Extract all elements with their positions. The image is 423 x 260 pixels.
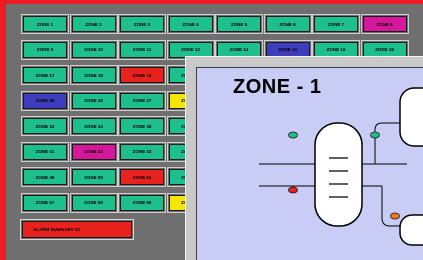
zone-button[interactable]: ZONE 2 — [69, 14, 118, 34]
zone-button[interactable]: ZONE 1 — [21, 14, 69, 34]
pipe-segment — [374, 122, 402, 164]
secondary-tank[interactable] — [399, 214, 423, 246]
zone-button[interactable]: ZONE 8 — [360, 14, 409, 34]
zone-button[interactable]: ZONE 27 — [118, 90, 166, 111]
zone-button[interactable]: ZONE 51 — [118, 167, 166, 187]
zone-button[interactable]: ZONE 57 — [21, 192, 69, 213]
zone-button[interactable]: ZONE 9 — [21, 39, 69, 60]
zone-button[interactable]: ZONE 43 — [118, 141, 166, 162]
storage-tank[interactable] — [314, 122, 363, 227]
secondary-tank[interactable] — [399, 87, 423, 147]
zone-button[interactable]: ZONE 5 — [215, 14, 263, 34]
zone-button[interactable]: ZONE 42 — [69, 141, 118, 162]
zone-button[interactable]: ZONE 50 — [69, 167, 118, 187]
zone-button[interactable]: ZONE 6 — [263, 14, 312, 34]
alarm-summary-label: ALARM SUMMARY 12 — [33, 227, 80, 232]
status-indicator-red[interactable] — [288, 186, 298, 194]
status-indicator-green[interactable] — [370, 131, 380, 139]
zone-button[interactable]: ZONE 25 — [21, 90, 69, 111]
zone-process-diagram — [259, 87, 423, 246]
zone-button[interactable]: ZONE 59 — [118, 192, 166, 213]
zone-button[interactable]: ZONE 41 — [21, 141, 69, 162]
zone-button[interactable]: ZONE 34 — [69, 116, 118, 136]
status-indicator-green[interactable] — [288, 131, 298, 139]
zone-button[interactable]: ZONE 18 — [69, 65, 118, 85]
status-indicator-orange[interactable] — [390, 212, 400, 220]
zone-button[interactable]: ZONE 17 — [21, 65, 69, 85]
zone-button[interactable]: ZONE 19 — [118, 65, 166, 85]
zone-detail-popup: ZONE - 1 — [185, 56, 423, 260]
zone-button[interactable]: ZONE 4 — [166, 14, 215, 34]
zone-button[interactable]: ZONE 33 — [21, 116, 69, 136]
zone-button[interactable]: ZONE 58 — [69, 192, 118, 213]
zone-detail-canvas: ZONE - 1 — [196, 67, 423, 260]
zone-button[interactable]: ZONE 35 — [118, 116, 166, 136]
zone-button[interactable]: ZONE 10 — [69, 39, 118, 60]
zone-button[interactable]: ZONE 11 — [118, 39, 166, 60]
zone-button[interactable]: ZONE 26 — [69, 90, 118, 111]
alarm-summary-button[interactable]: ALARM SUMMARY 12 — [20, 219, 134, 240]
zone-button[interactable]: ZONE 49 — [21, 167, 69, 187]
zone-button[interactable]: ZONE 3 — [118, 14, 166, 34]
zone-button[interactable]: ZONE 7 — [312, 14, 360, 34]
